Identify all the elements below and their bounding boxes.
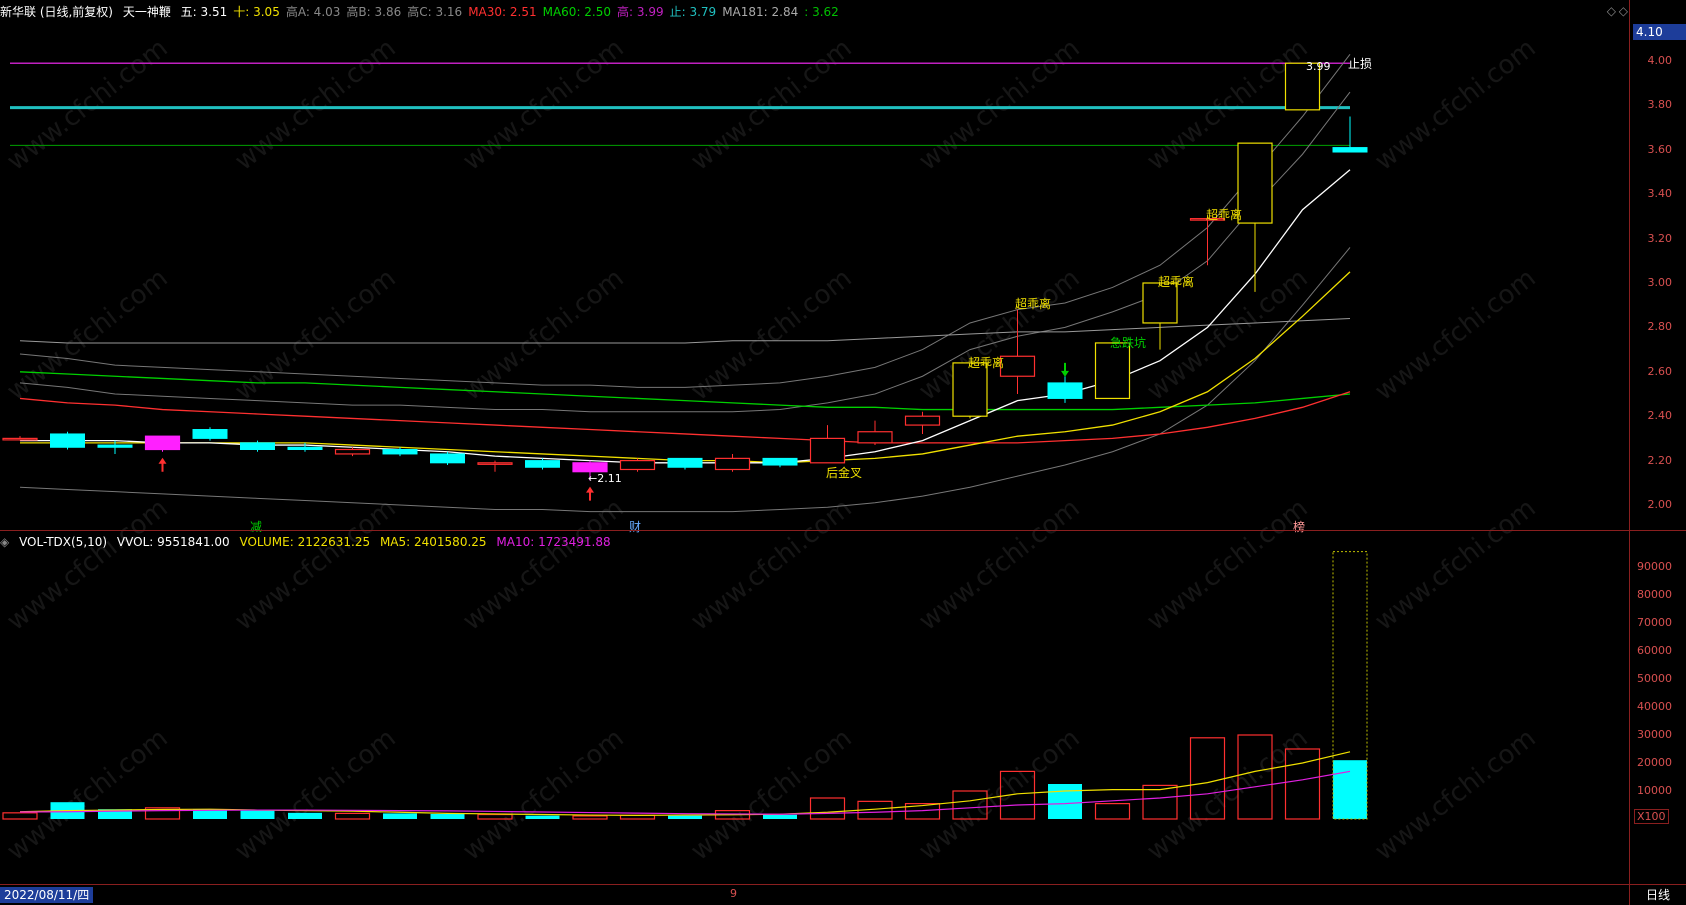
volume-bar (952, 790, 988, 820)
candle-body (240, 442, 275, 450)
high-price-label: 3.99 (1306, 60, 1331, 73)
volume-tick: 80000 (1637, 588, 1672, 601)
volume-bar (809, 797, 846, 820)
volume-bar (1048, 784, 1082, 819)
candle-body (1094, 342, 1131, 400)
price-tick: 3.00 (1647, 276, 1673, 289)
divergence-label-1: 超乖离 (968, 356, 1005, 370)
golden-cross-label: 后金叉 (826, 466, 863, 480)
price-tick: 4.00 (1647, 54, 1673, 67)
bottom-bar: 2022/08/11/四 9 日线 (0, 884, 1686, 905)
volume-bar (1237, 734, 1273, 820)
volume-bar (288, 812, 322, 819)
volume-bar (668, 815, 702, 819)
price-tick: 3.40 (1647, 187, 1673, 201)
volume-tick: 40000 (1637, 700, 1672, 713)
stop-loss-label: 止损 (1348, 57, 1373, 71)
price-tick: 2.00 (1647, 498, 1673, 511)
current-price-tag: 4.10 (1633, 24, 1686, 40)
volume-tick: 10000 (1637, 784, 1672, 797)
candle-body (1332, 147, 1368, 153)
candle-body (999, 355, 1036, 377)
candle-body (572, 462, 608, 473)
price-tick: 3.80 (1647, 98, 1673, 112)
volume-chart[interactable] (0, 531, 1630, 884)
candle-body (50, 433, 85, 448)
volume-tick: 90000 (1637, 560, 1672, 573)
candle-body (430, 453, 465, 464)
candle-body (714, 457, 751, 471)
ma60-line (19, 371, 1351, 411)
period-selector[interactable]: 日线 (1629, 885, 1686, 905)
volume-bar (763, 814, 797, 819)
down-arrow-icon (1061, 362, 1069, 377)
volume-tick: 20000 (1637, 756, 1672, 769)
volume-tick: 50000 (1637, 672, 1672, 685)
volume-bar (240, 810, 275, 819)
band-high-a-line (19, 54, 1351, 388)
candle-body (144, 435, 181, 451)
band-high-b-line (19, 91, 1351, 413)
candle-body (1237, 142, 1273, 224)
volume-tick: 70000 (1637, 616, 1672, 629)
volume-bar (1333, 760, 1367, 819)
price-tick: 2.40 (1647, 409, 1673, 423)
volume-axis: 90000 80000 70000 60000 50000 40000 30000 20000… (1629, 531, 1686, 884)
volume-bar (2, 812, 38, 820)
volume-unit: X100 (1634, 809, 1669, 824)
volume-bar (334, 812, 371, 820)
volume-bar (1094, 803, 1131, 820)
volume-tick: 60000 (1637, 644, 1672, 657)
candle-body (334, 448, 371, 455)
divergence-label-4: 超乖离 (1206, 208, 1243, 222)
price-tick: 2.20 (1647, 453, 1673, 467)
candle-body (762, 457, 798, 466)
dip-label: 急跌坑 (1110, 336, 1147, 350)
candle-body (192, 429, 228, 439)
volume-ma5-line (19, 751, 1351, 816)
volume-bar (383, 813, 417, 819)
price-tick: 3.20 (1647, 231, 1673, 245)
candle-body (809, 437, 846, 464)
date-label: 2022/08/11/四 (0, 887, 94, 903)
candle-body (97, 444, 133, 448)
candle-body (904, 415, 941, 426)
price-axis: 4.10 4.00 3.80 3.60 3.40 3.20 3.00 2.80 2.60 2.4… (1629, 0, 1686, 530)
candle-body (619, 460, 656, 471)
candlestick-chart[interactable] (0, 0, 1630, 530)
up-arrow-icon (158, 457, 167, 472)
volume-bar (1189, 737, 1226, 820)
candle-body (667, 457, 703, 468)
volume-ma10-line (19, 770, 1351, 815)
up-arrow-icon (586, 486, 594, 501)
volume-tick: 30000 (1637, 728, 1672, 741)
volume-bar (1284, 748, 1321, 820)
volume-bar (477, 813, 513, 820)
low-price-label: ←2.11 (588, 472, 622, 485)
price-tick: 2.80 (1647, 320, 1673, 334)
candle-body (1047, 382, 1083, 399)
candle-body (382, 449, 418, 455)
divergence-label-2: 超乖离 (1015, 297, 1052, 311)
price-tick: 3.60 (1647, 142, 1673, 156)
divergence-label-3: 超乖离 (1158, 275, 1195, 289)
month-mark: 9 (730, 887, 737, 900)
volume-bar (572, 815, 608, 820)
volume-bar (525, 815, 560, 819)
candle-body (287, 446, 323, 450)
candle-body (525, 460, 560, 468)
price-tick: 2.60 (1647, 364, 1673, 378)
volume-bar (1142, 784, 1178, 820)
candle-body (857, 431, 893, 444)
candle-body (2, 437, 38, 441)
volume-bar (430, 813, 465, 819)
candle-body (477, 462, 513, 465)
